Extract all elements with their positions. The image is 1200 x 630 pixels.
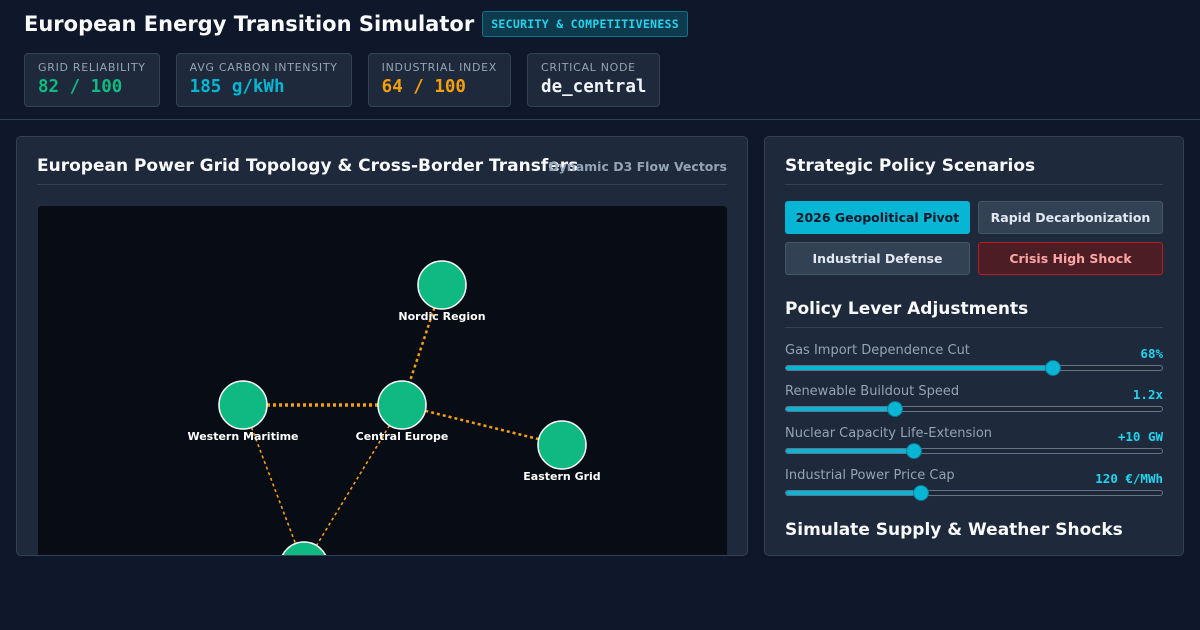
- slider-track[interactable]: [785, 443, 1163, 459]
- metric-industrial-index: INDUSTRIAL INDEX 64 / 100: [367, 53, 512, 107]
- metric-value: 185 g/kWh: [189, 77, 285, 97]
- app-header: European Energy Transition Simulator SEC…: [0, 0, 1200, 120]
- app-title: European Energy Transition Simulator: [24, 12, 475, 36]
- scenario-button-industrial-defense[interactable]: Industrial Defense: [785, 242, 970, 275]
- slider-fill: [786, 491, 922, 495]
- lever-nuclear-extension: Nuclear Capacity Life-Extension +10 GW: [785, 426, 1163, 459]
- grid-node-southern[interactable]: [280, 541, 328, 556]
- lever-label: Nuclear Capacity Life-Extension: [785, 426, 993, 441]
- slider-track[interactable]: [785, 485, 1163, 501]
- lever-value: 120 €/MWh: [1095, 471, 1163, 486]
- metric-value: 82 / 100: [38, 77, 123, 97]
- slider-fill: [786, 366, 1053, 370]
- metric-label: AVG CARBON INTENSITY: [189, 61, 338, 74]
- metric-value: 64 / 100: [381, 77, 466, 97]
- metric-grid-reliability: GRID RELIABILITY 82 / 100: [24, 53, 160, 107]
- lever-value: +10 GW: [1117, 429, 1163, 444]
- shocks-title: Simulate Supply & Weather Shocks: [785, 520, 1123, 540]
- scenario-button-crisis-high-shock[interactable]: Crisis High Shock: [978, 242, 1163, 275]
- lever-label: Gas Import Dependence Cut: [785, 343, 970, 358]
- grid-node-nordic[interactable]: [417, 260, 467, 310]
- title-row: European Energy Transition Simulator SEC…: [24, 11, 689, 37]
- slider-thumb[interactable]: [905, 443, 922, 459]
- grid-node-label-eastern: Eastern Grid: [523, 470, 600, 483]
- metric-label: GRID RELIABILITY: [38, 61, 146, 74]
- grid-topology-panel: European Power Grid Topology & Cross-Bor…: [16, 136, 748, 556]
- slider-track[interactable]: [785, 401, 1163, 417]
- panel-title: European Power Grid Topology & Cross-Bor…: [37, 156, 579, 176]
- panel-header: European Power Grid Topology & Cross-Bor…: [37, 137, 727, 185]
- lever-gas-import: Gas Import Dependence Cut 68%: [785, 343, 1163, 376]
- metric-label: INDUSTRIAL INDEX: [381, 61, 498, 74]
- slider-thumb[interactable]: [913, 485, 930, 501]
- grid-node-label-central: Central Europe: [356, 430, 449, 443]
- grid-node-central[interactable]: [377, 380, 427, 430]
- levers-title: Policy Lever Adjustments: [785, 299, 1029, 319]
- lever-label: Industrial Power Price Cap: [785, 468, 955, 483]
- slider-fill: [786, 407, 896, 411]
- lever-label: Renewable Buildout Speed: [785, 384, 960, 399]
- lever-renewable-speed: Renewable Buildout Speed 1.2x: [785, 384, 1163, 417]
- metric-value: de_central: [541, 77, 647, 97]
- grid-map[interactable]: Nordic Region Western Maritime Central Eur…: [38, 206, 727, 556]
- scenario-button-rapid-decarbonization[interactable]: Rapid Decarbonization: [978, 201, 1163, 234]
- metric-label: CRITICAL NODE: [541, 61, 636, 74]
- scenarios-title: Strategic Policy Scenarios: [785, 156, 1036, 176]
- scenario-button-geopolitical-pivot[interactable]: 2026 Geopolitical Pivot: [785, 201, 970, 234]
- grid-graph-svg[interactable]: Nordic Region Western Maritime Central Eur…: [38, 206, 727, 556]
- lever-value: 1.2x: [1132, 387, 1163, 402]
- title-badge: SECURITY & COMPETITIVENESS: [482, 11, 689, 37]
- slider-thumb[interactable]: [1044, 360, 1061, 376]
- grid-node-eastern[interactable]: [537, 420, 587, 470]
- metric-carbon-intensity: AVG CARBON INTENSITY 185 g/kWh: [175, 53, 352, 107]
- grid-node-label-western: Western Maritime: [187, 430, 298, 443]
- slider-track[interactable]: [785, 360, 1163, 376]
- lever-price-cap: Industrial Power Price Cap 120 €/MWh: [785, 468, 1163, 501]
- lever-value: 68%: [1140, 346, 1163, 361]
- divider: [785, 327, 1163, 328]
- grid-node-western[interactable]: [218, 380, 268, 430]
- slider-thumb[interactable]: [887, 401, 904, 417]
- panel-subtitle: Dynamic D3 Flow Vectors: [548, 159, 727, 174]
- metric-critical-node: CRITICAL NODE de_central: [527, 53, 661, 107]
- panel-header: Strategic Policy Scenarios: [785, 137, 1163, 185]
- metrics-row: GRID RELIABILITY 82 / 100 AVG CARBON INT…: [24, 53, 661, 107]
- scenario-buttons: 2026 Geopolitical Pivot Rapid Decarboniz…: [785, 201, 1163, 275]
- grid-node-label-nordic: Nordic Region: [398, 310, 485, 323]
- policy-panel: Strategic Policy Scenarios 2026 Geopolit…: [764, 136, 1184, 556]
- flow-link-central-southern: [309, 404, 403, 555]
- slider-fill: [786, 449, 914, 453]
